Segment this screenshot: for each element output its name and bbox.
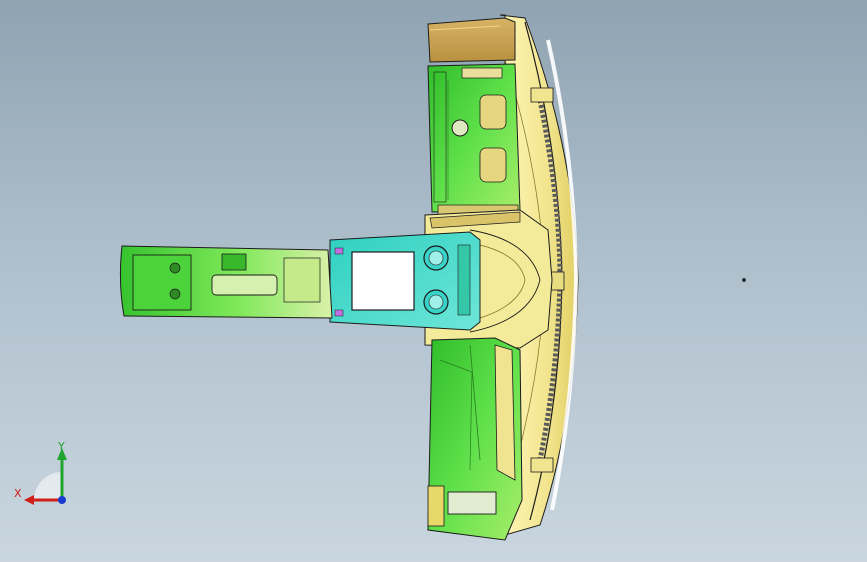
cad-viewport[interactable] — [0, 0, 867, 562]
knob-icon[interactable] — [169, 262, 181, 274]
shifter-slot[interactable] — [211, 274, 278, 296]
lower-green-module[interactable] — [427, 337, 523, 541]
y-axis-label: Y — [58, 440, 65, 453]
x-axis-arrowhead-icon — [24, 495, 34, 505]
knob-icon[interactable] — [169, 288, 181, 300]
left-console-arm[interactable] — [119, 245, 333, 319]
axis-triad[interactable] — [24, 448, 67, 505]
upper-tan-panel[interactable] — [427, 17, 516, 63]
lower-switch-panel[interactable] — [447, 491, 497, 515]
z-axis-dot-icon — [58, 496, 66, 504]
stray-point — [742, 278, 746, 282]
console-center-module[interactable] — [329, 231, 481, 331]
x-axis-label: X — [14, 487, 22, 500]
upper-green-module[interactable] — [427, 63, 521, 216]
display-screen-cutout — [351, 251, 415, 311]
